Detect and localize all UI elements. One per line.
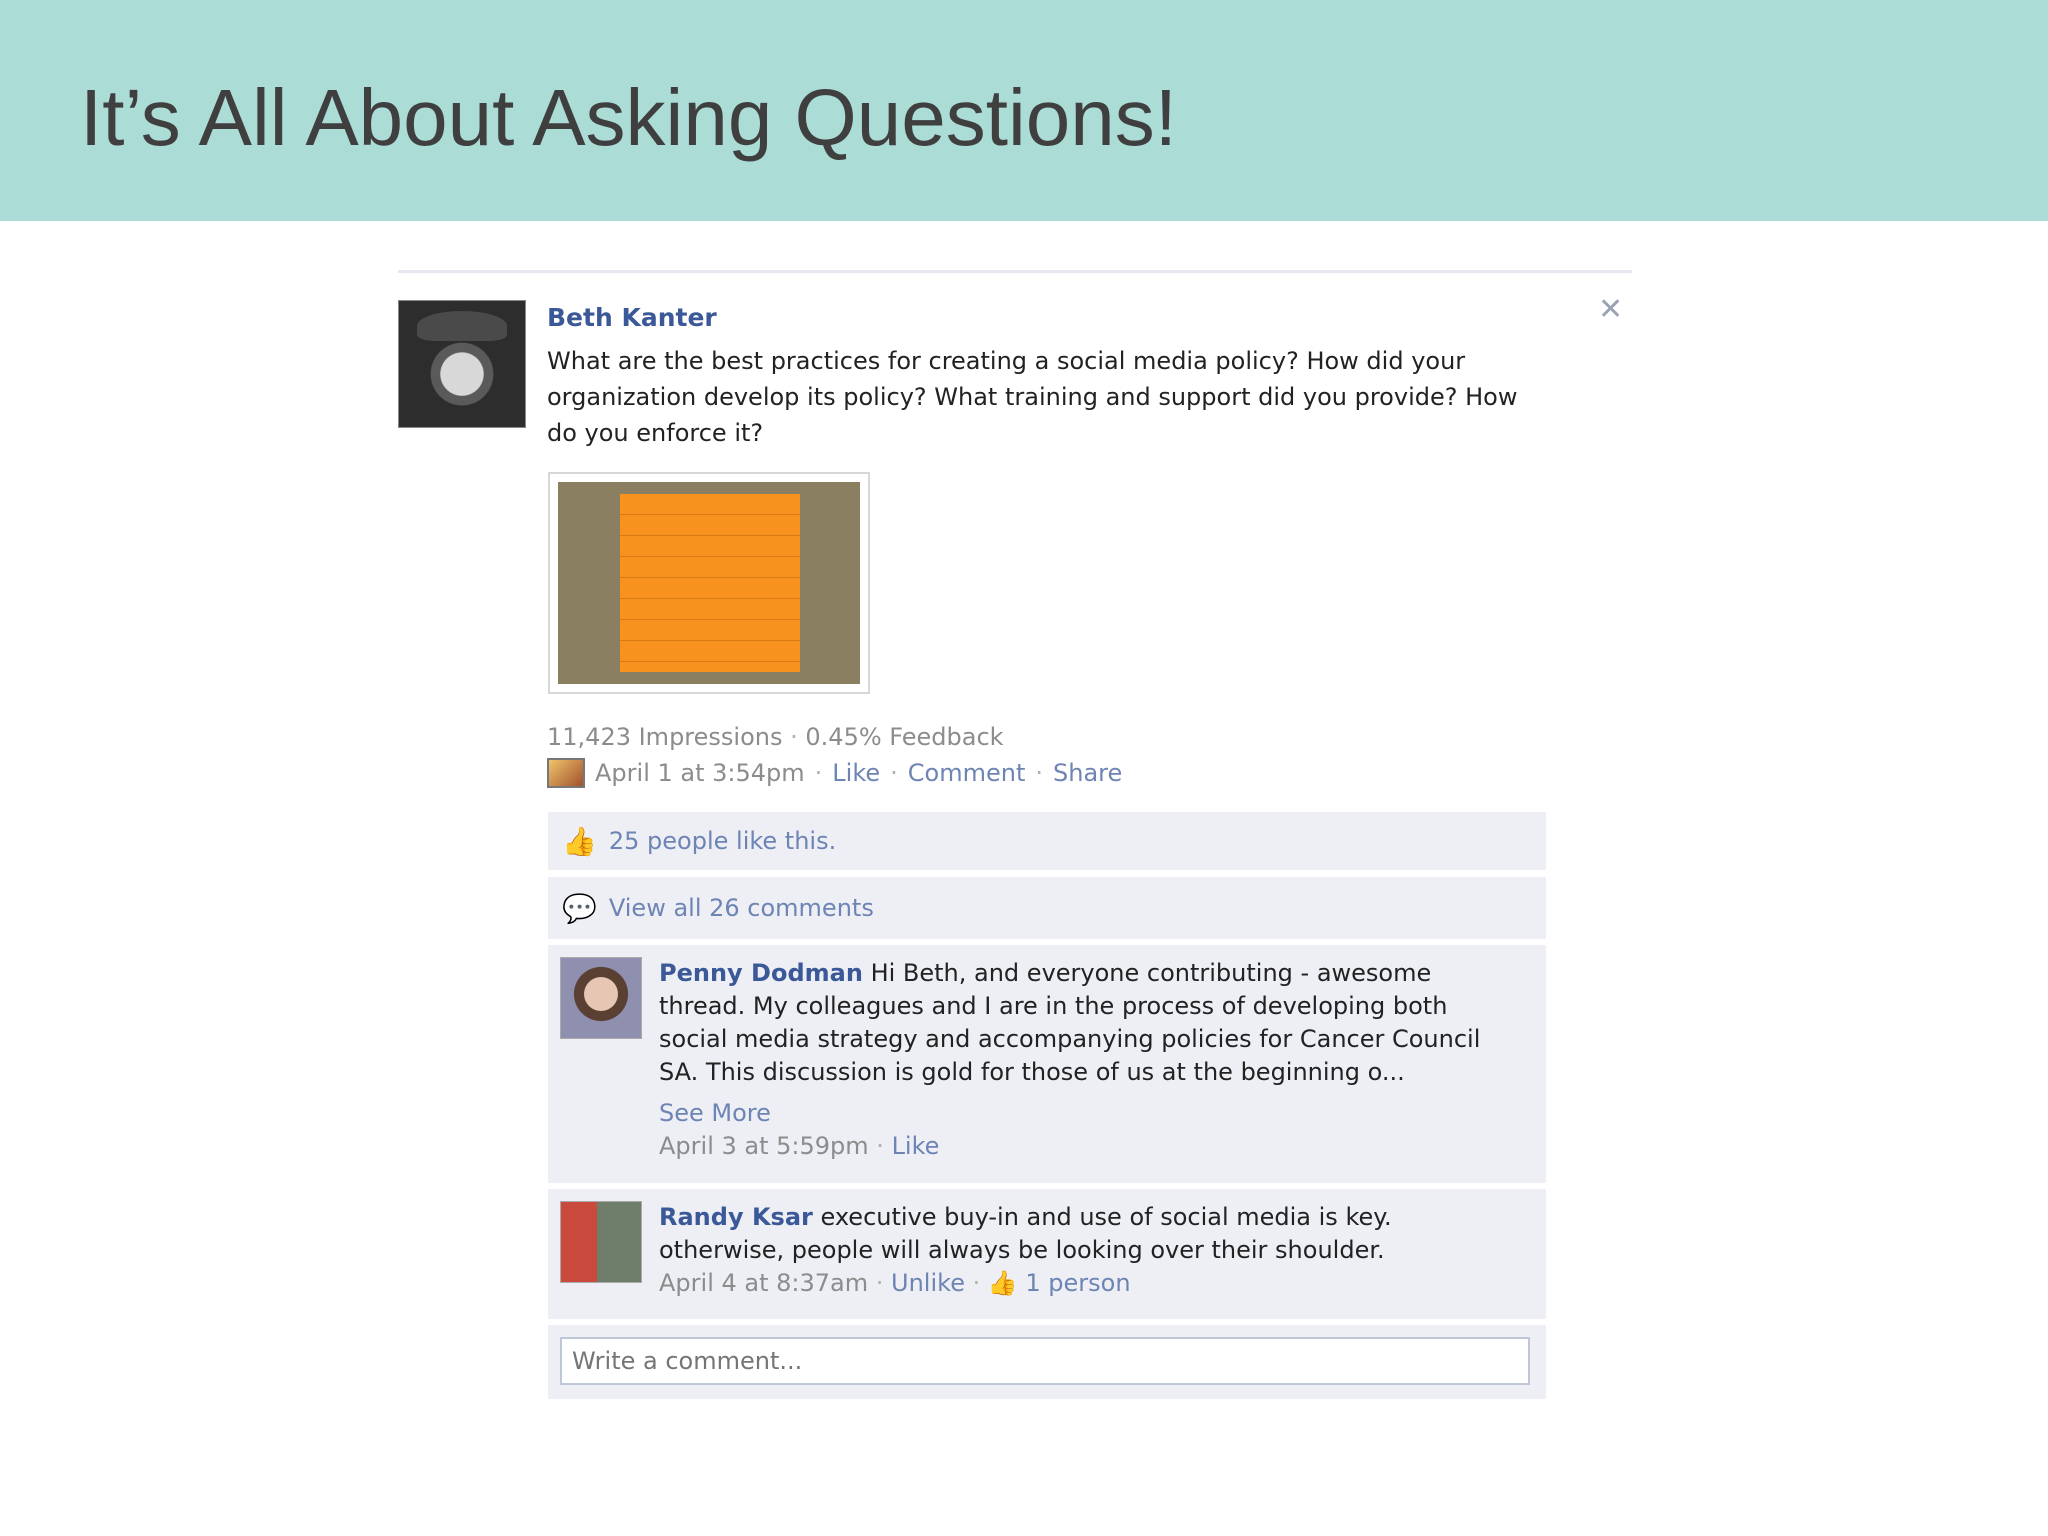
post-stats: 11,423 Impressions · 0.45% Feedback — [547, 723, 1004, 751]
comment-like-link[interactable]: Like — [892, 1132, 940, 1160]
comment-meta: April 3 at 5:59pm · Like — [659, 1130, 1499, 1163]
write-comment-panel — [548, 1325, 1546, 1399]
commenter-name[interactable]: Randy Ksar — [659, 1203, 813, 1231]
separator: · — [1035, 759, 1044, 787]
separator: · — [890, 759, 898, 787]
comment-meta: April 4 at 8:37am · Unlike · 👍 1 person — [659, 1267, 1499, 1300]
comment-bubble-icon: 💬 — [562, 891, 597, 925]
thumbs-up-icon: 👍 — [987, 1269, 1018, 1297]
share-link[interactable]: Share — [1053, 759, 1122, 787]
see-more-link[interactable]: See More — [659, 1097, 1499, 1130]
unlike-link[interactable]: Unlike — [891, 1269, 965, 1297]
commenter-avatar[interactable] — [560, 1201, 642, 1283]
comment-link[interactable]: Comment — [908, 759, 1026, 787]
feedback-percent: 0.45% Feedback — [805, 723, 1004, 751]
post-photo[interactable] — [548, 472, 870, 694]
view-comments-bar: 💬 View all 26 comments — [548, 877, 1546, 939]
post-meta: April 1 at 3:54pm · Like · Comment · Sha… — [547, 758, 1122, 788]
view-all-comments-link[interactable]: View all 26 comments — [609, 894, 874, 922]
comment-date: April 4 at 8:37am — [659, 1269, 869, 1297]
like-link[interactable]: Like — [832, 759, 880, 787]
likes-bar: 👍 25 people like this. — [548, 812, 1546, 870]
close-icon[interactable]: ✕ — [1598, 295, 1623, 325]
commenter-name[interactable]: Penny Dodman — [659, 959, 863, 987]
likes-count[interactable]: 25 people like this. — [609, 827, 836, 855]
impressions-count: 11,423 Impressions — [547, 723, 783, 751]
comment-likes-count[interactable]: 1 person — [1025, 1269, 1130, 1297]
photo-icon — [547, 758, 585, 788]
slide-header: It’s All About Asking Questions! — [0, 0, 2048, 221]
slide-title: It’s All About Asking Questions! — [80, 73, 1177, 162]
comment-body: Penny Dodman Hi Beth, and everyone contr… — [659, 957, 1499, 1163]
comment-item: Randy Ksar executive buy-in and use of s… — [548, 1189, 1546, 1319]
separator: · — [814, 759, 823, 787]
separator: · — [875, 1269, 884, 1297]
photo-image — [558, 482, 860, 684]
commenter-avatar[interactable] — [560, 957, 642, 1039]
comment-body: Randy Ksar executive buy-in and use of s… — [659, 1201, 1499, 1300]
facebook-post: ✕ Beth Kanter What are the best practice… — [398, 270, 1632, 1413]
hat-shape — [417, 311, 507, 341]
separator: · — [876, 1132, 884, 1160]
write-comment-input[interactable] — [560, 1337, 1530, 1385]
separator: · — [790, 723, 798, 751]
separator: · — [972, 1269, 981, 1297]
comment-item: Penny Dodman Hi Beth, and everyone contr… — [548, 945, 1546, 1183]
comment-date: April 3 at 5:59pm — [659, 1132, 869, 1160]
author-avatar[interactable] — [398, 300, 526, 428]
post-text: What are the best practices for creating… — [547, 347, 1518, 447]
post-date[interactable]: April 1 at 3:54pm — [595, 759, 805, 787]
thumbs-up-icon: 👍 — [562, 824, 597, 858]
post-author[interactable]: Beth Kanter — [547, 303, 717, 332]
sticky-note-image — [620, 494, 800, 672]
